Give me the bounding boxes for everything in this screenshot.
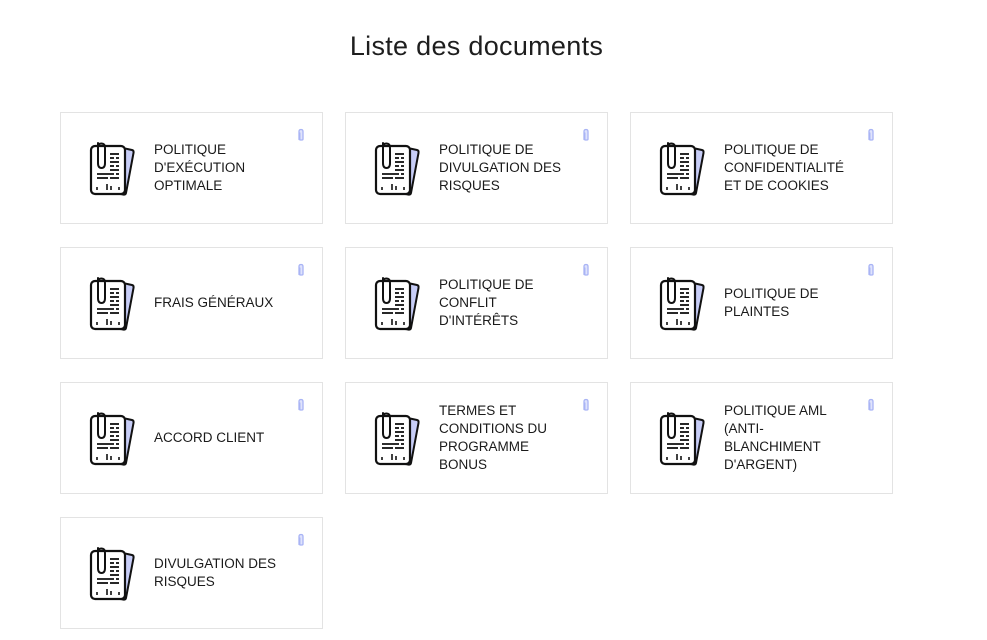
document-title-line: PROGRAMME: [439, 439, 530, 454]
document-title-line: CONDITIONS DU: [439, 421, 547, 436]
document-icon: [88, 546, 138, 602]
paperclip-icon[interactable]: [297, 128, 305, 141]
document-title-line: OPTIMALE: [154, 178, 223, 193]
document-title-line: RISQUES: [154, 574, 215, 589]
document-title-line: BLANCHIMENT: [724, 439, 821, 454]
document-title-line: ACCORD CLIENT: [154, 430, 265, 445]
document-icon: [88, 141, 138, 197]
page: Liste des documents POLITIQUE D'EXÉCUTIO…: [0, 0, 987, 640]
document-title: DIVULGATION DES RISQUES: [154, 518, 292, 628]
document-card[interactable]: ACCORD CLIENT: [60, 382, 323, 494]
paperclip-icon[interactable]: [582, 398, 590, 411]
document-title: POLITIQUE DE CONFIDENTIALITÉ ET DE COOKIES: [724, 113, 862, 223]
document-icon: [373, 141, 423, 197]
document-title-line: POLITIQUE: [154, 142, 227, 157]
document-title-line: D'ARGENT): [724, 457, 798, 472]
document-title: POLITIQUE DE CONFLIT D'INTÉRÊTS: [439, 248, 577, 358]
document-title-line: POLITIQUE DE: [724, 142, 819, 157]
paperclip-icon[interactable]: [297, 263, 305, 276]
document-card[interactable]: POLITIQUE DE CONFIDENTIALITÉ ET DE COOKIES: [630, 112, 893, 224]
document-icon: [658, 141, 708, 197]
document-card[interactable]: POLITIQUE DE CONFLIT D'INTÉRÊTS: [345, 247, 608, 359]
paperclip-icon[interactable]: [867, 263, 875, 276]
document-title-line: D'INTÉRÊTS: [439, 313, 519, 328]
document-title-line: TERMES ET: [439, 403, 517, 418]
document-title-line: POLITIQUE AML: [724, 403, 827, 418]
paperclip-icon[interactable]: [582, 128, 590, 141]
document-title-line: PLAINTES: [724, 304, 790, 319]
document-card[interactable]: POLITIQUE DE DIVULGATION DES RISQUES: [345, 112, 608, 224]
document-card[interactable]: POLITIQUE AML (ANTI- BLANCHIMENT D'ARGENT): [630, 382, 893, 494]
document-card[interactable]: FRAIS GÉNÉRAUX: [60, 247, 323, 359]
document-title-line: POLITIQUE DE: [439, 142, 534, 157]
document-icon: [373, 411, 423, 467]
document-icon: [88, 411, 138, 467]
page-title: Liste des documents: [349, 31, 604, 61]
document-card[interactable]: DIVULGATION DES RISQUES: [60, 517, 323, 629]
document-title-line: DIVULGATION DES: [439, 160, 562, 175]
paperclip-icon[interactable]: [582, 263, 590, 276]
document-title-line: CONFIDENTIALITÉ: [724, 160, 845, 175]
document-title: TERMES ET CONDITIONS DU PROGRAMME BONUS: [439, 383, 577, 493]
document-title: ACCORD CLIENT: [154, 383, 292, 493]
document-title-line: BONUS: [439, 457, 488, 472]
paperclip-icon[interactable]: [297, 398, 305, 411]
document-title: POLITIQUE DE PLAINTES: [724, 248, 862, 358]
document-icon: [658, 411, 708, 467]
document-title-line: D'EXÉCUTION: [154, 160, 246, 175]
document-title-line: POLITIQUE DE: [724, 286, 819, 301]
document-title-line: POLITIQUE DE: [439, 277, 534, 292]
paperclip-icon[interactable]: [297, 533, 305, 546]
paperclip-icon[interactable]: [867, 398, 875, 411]
document-title-line: (ANTI-: [724, 421, 764, 436]
document-title: POLITIQUE AML (ANTI- BLANCHIMENT D'ARGENT): [724, 383, 862, 493]
document-card[interactable]: POLITIQUE D'EXÉCUTION OPTIMALE: [60, 112, 323, 224]
document-icon: [658, 276, 708, 332]
document-title-line: RISQUES: [439, 178, 500, 193]
document-title-line: FRAIS GÉNÉRAUX: [154, 295, 274, 310]
document-icon: [88, 276, 138, 332]
document-title-line: DIVULGATION DES: [154, 556, 277, 571]
paperclip-icon[interactable]: [867, 128, 875, 141]
document-title: FRAIS GÉNÉRAUX: [154, 248, 292, 358]
document-title-line: CONFLIT: [439, 295, 497, 310]
document-card[interactable]: TERMES ET CONDITIONS DU PROGRAMME BONUS: [345, 382, 608, 494]
document-card[interactable]: POLITIQUE DE PLAINTES: [630, 247, 893, 359]
document-icon: [373, 276, 423, 332]
document-title: POLITIQUE D'EXÉCUTION OPTIMALE: [154, 113, 292, 223]
document-title-line: ET DE COOKIES: [724, 178, 829, 193]
document-grid: POLITIQUE D'EXÉCUTION OPTIMALE POLITIQUE…: [60, 112, 893, 629]
document-title: POLITIQUE DE DIVULGATION DES RISQUES: [439, 113, 577, 223]
